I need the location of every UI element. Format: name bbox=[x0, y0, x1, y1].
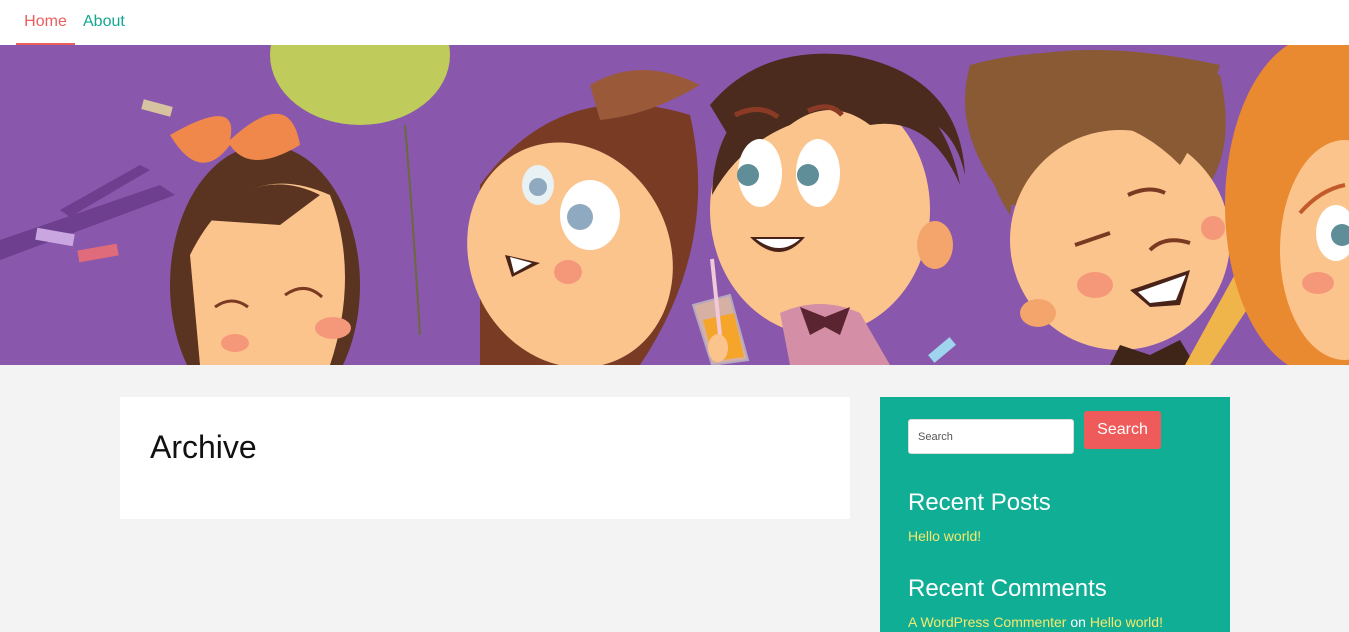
comment-author-link[interactable]: A WordPress Commenter bbox=[908, 614, 1066, 630]
search-input[interactable] bbox=[908, 419, 1074, 454]
recent-post-link[interactable]: Hello world! bbox=[908, 528, 981, 544]
top-navigation: Home About bbox=[0, 0, 1349, 45]
sidebar: Search Recent Posts Hello world! Recent … bbox=[880, 397, 1230, 632]
header-image bbox=[0, 45, 1349, 365]
nav-home-link[interactable]: Home bbox=[16, 0, 75, 45]
comment-connector: on bbox=[1070, 614, 1086, 630]
recent-posts-title: Recent Posts bbox=[908, 489, 1051, 516]
page-title: Archive bbox=[150, 429, 257, 465]
recent-comments-title: Recent Comments bbox=[908, 575, 1107, 602]
recent-comment-item: A WordPress Commenter on Hello world! bbox=[908, 614, 1163, 630]
comment-post-link[interactable]: Hello world! bbox=[1090, 614, 1163, 630]
archive-card: Archive bbox=[120, 397, 850, 519]
nav-about-link[interactable]: About bbox=[83, 0, 125, 45]
search-button[interactable]: Search bbox=[1084, 411, 1161, 449]
party-illustration bbox=[0, 45, 1349, 365]
